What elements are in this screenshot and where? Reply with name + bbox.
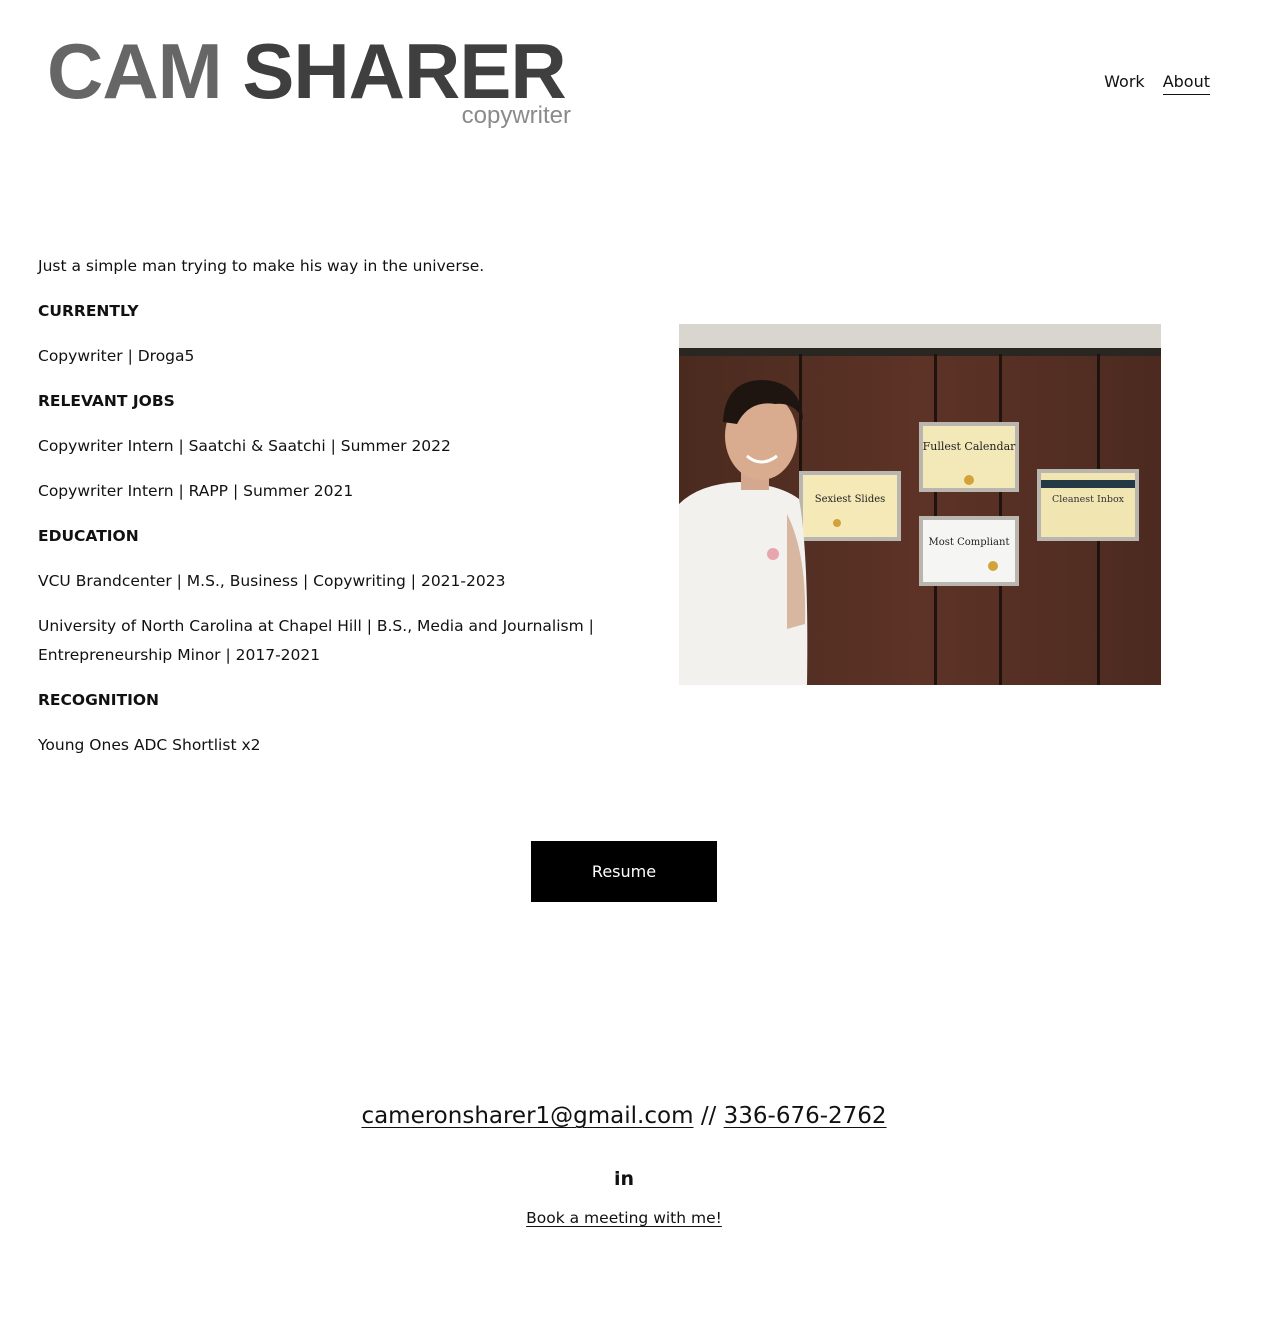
site-logo[interactable]: CAM SHARER copywriter [47, 28, 577, 132]
linkedin-icon[interactable]: in [613, 1168, 635, 1190]
resume-button[interactable]: Resume [531, 841, 717, 902]
profile-photo-illustration: Fullest Calendar Sexiest Slides Cleanest… [679, 324, 1161, 685]
nav-about-link[interactable]: About [1162, 72, 1210, 95]
education-heading: EDUCATION [38, 527, 139, 545]
email-link[interactable]: cameronsharer1@gmail.com [361, 1103, 693, 1129]
svg-text:Fullest Calendar: Fullest Calendar [923, 440, 1017, 453]
nav-work-link[interactable]: Work [1104, 72, 1145, 95]
certificate-most-compliant: Most Compliant [919, 516, 1019, 586]
job-entry: Copywriter Intern | Saatchi & Saatchi | … [38, 437, 451, 455]
education-entry: University of North Carolina at Chapel H… [38, 617, 594, 664]
svg-text:Most Compliant: Most Compliant [929, 537, 1010, 548]
meeting-line: Book a meeting with me! [0, 1206, 1248, 1230]
bio-intro: Just a simple man trying to make his way… [38, 257, 485, 275]
svg-text:Cleanest Inbox: Cleanest Inbox [1052, 494, 1125, 505]
education-entry: VCU Brandcenter | M.S., Business | Copyw… [38, 572, 506, 590]
profile-photo: Fullest Calendar Sexiest Slides Cleanest… [679, 324, 1161, 685]
about-bio: Just a simple man trying to make his way… [38, 252, 598, 776]
currently-text: Copywriter | Droga5 [38, 347, 195, 365]
logo-first-name: CAM [47, 27, 223, 115]
currently-heading: CURRENTLY [38, 302, 139, 320]
site-header: CAM SHARER copywriter Work About [0, 0, 1280, 150]
certificate-cleanest-inbox: Cleanest Inbox [1037, 469, 1139, 541]
relevant-jobs-heading: RELEVANT JOBS [38, 392, 175, 410]
contact-line: cameronsharer1@gmail.com // 336-676-2762 [0, 1098, 1248, 1134]
main-nav: Work About [1104, 72, 1210, 95]
recognition-text: Young Ones ADC Shortlist x2 [38, 736, 261, 754]
certificate-sexiest-slides: Sexiest Slides [799, 471, 901, 541]
contact-separator: // [700, 1103, 717, 1129]
logo-tagline: copywriter [461, 102, 571, 129]
certificate-fullest-calendar: Fullest Calendar [919, 422, 1019, 492]
svg-text:Sexiest Slides: Sexiest Slides [815, 494, 886, 505]
book-meeting-link[interactable]: Book a meeting with me! [526, 1209, 722, 1227]
phone-link[interactable]: 336-676-2762 [724, 1103, 887, 1129]
job-entry: Copywriter Intern | RAPP | Summer 2021 [38, 482, 354, 500]
recognition-heading: RECOGNITION [38, 691, 160, 709]
